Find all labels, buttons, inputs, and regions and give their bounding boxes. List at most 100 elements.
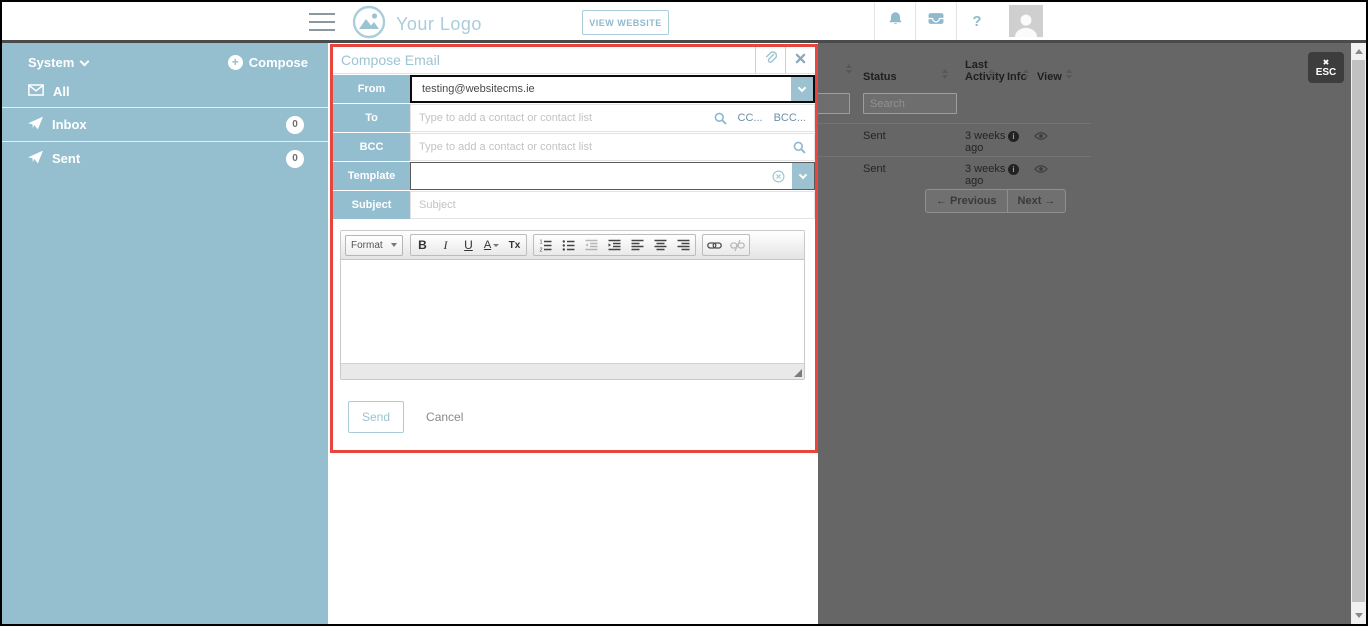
esc-button[interactable]: ✖ ESC xyxy=(1308,52,1344,83)
arrow-up-icon xyxy=(1354,49,1363,54)
system-label: System xyxy=(28,55,75,70)
editor-toolbar: Format B I U A Tx 12 xyxy=(341,231,804,260)
template-row: Template xyxy=(333,162,815,190)
modal-title: Compose Email xyxy=(341,52,440,68)
info-icon[interactable] xyxy=(1008,164,1019,175)
subject-input[interactable] xyxy=(419,199,806,211)
table-row[interactable]: Sent 3 weeks ago xyxy=(818,156,1091,189)
vertical-scrollbar xyxy=(1351,43,1366,624)
table-row[interactable]: Sent 3 weeks ago xyxy=(818,123,1091,156)
bold-button[interactable]: B xyxy=(411,235,434,255)
from-dropdown-button[interactable] xyxy=(791,77,813,101)
from-select[interactable]: testing@websitecms.ie xyxy=(410,75,815,103)
sort-arrows-icon[interactable] xyxy=(1023,69,1029,79)
eye-icon[interactable] xyxy=(1034,131,1048,144)
sidebar-item-sent[interactable]: Sent 0 xyxy=(2,141,328,175)
cancel-button[interactable]: Cancel xyxy=(426,410,463,424)
sort-arrows-icon[interactable] xyxy=(1066,69,1072,79)
underline-button[interactable]: U xyxy=(457,235,480,255)
search-contacts-icon[interactable] xyxy=(714,112,727,125)
italic-button[interactable]: I xyxy=(434,235,457,255)
inbox-tray-button[interactable] xyxy=(915,2,956,40)
person-icon xyxy=(1014,14,1038,37)
sort-arrows-icon[interactable] xyxy=(988,69,994,79)
arrow-down-icon xyxy=(1354,613,1363,618)
numbered-list-button[interactable]: 12 xyxy=(534,235,557,255)
system-dropdown[interactable]: System xyxy=(28,55,90,70)
sent-count-badge: 0 xyxy=(286,149,304,168)
search-contacts-icon[interactable] xyxy=(793,141,806,154)
bell-icon xyxy=(888,11,903,31)
notifications-button[interactable] xyxy=(874,2,915,40)
close-modal-button[interactable] xyxy=(785,47,815,73)
remove-format-button[interactable]: Tx xyxy=(503,235,526,255)
question-mark-icon: ? xyxy=(972,12,982,30)
plus-icon xyxy=(227,55,243,70)
template-dropdown-button[interactable] xyxy=(792,163,814,189)
logo-image-icon xyxy=(352,5,386,44)
editor-body[interactable] xyxy=(341,260,804,363)
align-right-button[interactable] xyxy=(672,235,695,255)
scroll-up-button[interactable] xyxy=(1351,44,1366,59)
paper-plane-icon xyxy=(28,150,43,167)
remove-link-button[interactable] xyxy=(726,235,749,255)
scroll-down-button[interactable] xyxy=(1351,608,1366,623)
sidebar-item-all[interactable]: All xyxy=(2,76,328,107)
modal-titlebar: Compose Email xyxy=(333,47,815,74)
sort-arrows-icon[interactable] xyxy=(846,64,852,74)
help-button[interactable]: ? xyxy=(956,2,997,40)
svg-text:2: 2 xyxy=(540,247,543,251)
format-dropdown[interactable]: Format xyxy=(345,234,403,256)
view-website-button[interactable]: VIEW WEBSITE xyxy=(582,10,669,35)
status-filter-input[interactable] xyxy=(863,93,957,114)
inbox-tray-icon xyxy=(928,12,944,30)
bcc-link[interactable]: BCC... xyxy=(774,112,806,124)
to-label: To xyxy=(333,104,410,132)
subject-label: Subject xyxy=(333,191,410,219)
close-icon xyxy=(795,51,806,69)
next-page-button[interactable]: Next → xyxy=(1007,189,1067,213)
hamburger-menu-icon[interactable] xyxy=(309,13,335,31)
cell-status: Sent xyxy=(863,163,886,175)
align-left-button[interactable] xyxy=(626,235,649,255)
eye-icon[interactable] xyxy=(1034,164,1048,177)
template-select[interactable] xyxy=(410,162,815,190)
user-avatar[interactable] xyxy=(1009,5,1043,37)
template-label: Template xyxy=(333,162,410,190)
bullet-list-button[interactable] xyxy=(557,235,580,255)
attach-file-button[interactable] xyxy=(755,47,785,73)
compose-button[interactable]: Compose xyxy=(227,55,308,70)
filter-input-partial[interactable] xyxy=(818,93,850,114)
from-row: From testing@websitecms.ie xyxy=(333,75,815,103)
column-header-status[interactable]: Status xyxy=(863,71,897,83)
send-button[interactable]: Send xyxy=(348,401,405,433)
increase-indent-button[interactable] xyxy=(603,235,626,255)
sort-arrows-icon[interactable] xyxy=(942,69,948,79)
to-input[interactable] xyxy=(419,112,704,124)
format-label: Format xyxy=(351,239,383,251)
text-color-button[interactable]: A xyxy=(480,235,503,255)
insert-link-button[interactable] xyxy=(703,235,726,255)
cell-status: Sent xyxy=(863,130,886,142)
column-header-view[interactable]: View xyxy=(1037,71,1062,83)
scrollbar-thumb[interactable] xyxy=(1352,60,1365,602)
chevron-down-icon xyxy=(391,243,397,247)
previous-page-button[interactable]: ← Previous xyxy=(925,189,1008,213)
template-value xyxy=(411,163,772,189)
cc-link[interactable]: CC... xyxy=(738,112,763,124)
rich-text-editor: Format B I U A Tx 12 xyxy=(340,230,805,380)
decrease-indent-button[interactable] xyxy=(580,235,603,255)
bcc-input[interactable] xyxy=(419,141,783,153)
dimmed-background: Status Last Activity Info View Sent 3 we… xyxy=(818,43,1351,624)
compose-email-modal: Compose Email From testing@websitecms.ie… xyxy=(330,44,818,453)
align-center-button[interactable] xyxy=(649,235,672,255)
envelope-icon xyxy=(28,84,44,99)
from-value: testing@websitecms.ie xyxy=(422,83,535,95)
sidebar-item-inbox[interactable]: Inbox 0 xyxy=(2,107,328,141)
clear-template-icon[interactable] xyxy=(772,163,785,189)
resize-handle-icon[interactable] xyxy=(794,369,802,377)
close-icon: ✖ xyxy=(1322,57,1330,67)
info-icon[interactable] xyxy=(1008,131,1019,142)
to-row: To CC... BCC... xyxy=(333,104,815,132)
top-header: Your Logo VIEW WEBSITE ? xyxy=(2,2,1366,43)
